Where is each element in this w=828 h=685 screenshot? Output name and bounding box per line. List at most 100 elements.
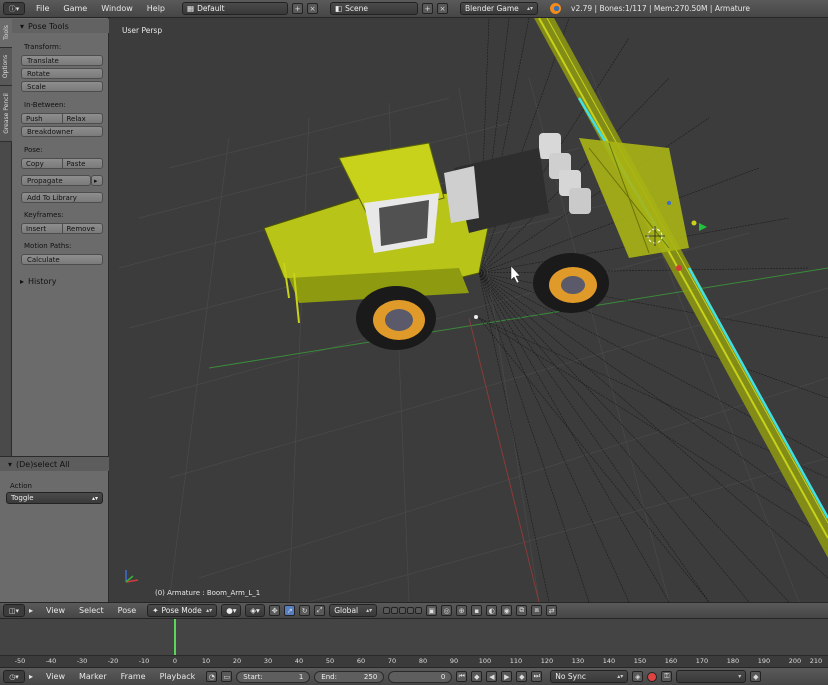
menu-window[interactable]: Window bbox=[94, 4, 140, 13]
layer-button[interactable] bbox=[407, 607, 415, 614]
breakdowner-button[interactable]: Breakdowner bbox=[21, 126, 103, 137]
menu-file[interactable]: File bbox=[29, 4, 56, 13]
preview-range-icon[interactable]: ◔ bbox=[206, 671, 218, 682]
action-dropdown[interactable]: Toggle ▴▾ bbox=[6, 492, 103, 504]
transform-orientation-dropdown[interactable]: Global ▴▾ bbox=[329, 604, 378, 617]
add-scene-button[interactable]: + bbox=[422, 3, 434, 14]
tab-options[interactable]: Options bbox=[0, 48, 12, 86]
paste-pose-icon[interactable]: ⧈ bbox=[531, 605, 543, 616]
motion-paths-label: Motion Paths: bbox=[24, 242, 72, 250]
menu-frame[interactable]: Frame bbox=[114, 672, 153, 681]
tab-grease-pencil[interactable]: Grease Pencil bbox=[0, 86, 12, 142]
scale-manipulator-icon[interactable]: ⤢ bbox=[314, 605, 326, 616]
rotate-manipulator-icon[interactable]: ↻ bbox=[299, 605, 311, 616]
layer-button[interactable] bbox=[383, 607, 391, 614]
layer-button[interactable] bbox=[399, 607, 407, 614]
interaction-mode-dropdown[interactable]: ✦ Pose Mode ▴▾ bbox=[147, 604, 218, 617]
screen-layout-dropdown[interactable]: ▦ Default bbox=[182, 2, 289, 15]
calculate-button[interactable]: Calculate bbox=[21, 254, 103, 265]
proportional-edit-icon[interactable]: ◎ bbox=[441, 605, 453, 616]
timeline-track[interactable] bbox=[0, 619, 828, 655]
current-frame-field[interactable]: 0 bbox=[388, 670, 453, 683]
auto-keying-record-icon[interactable] bbox=[647, 671, 658, 682]
insert-keyframe-icon[interactable]: ◆ bbox=[750, 671, 762, 682]
pivot-point-dropdown[interactable]: ◈▾ bbox=[245, 604, 266, 617]
keying-set-dropdown[interactable]: ▾ bbox=[676, 670, 747, 683]
end-frame-field[interactable]: End: 250 bbox=[314, 670, 385, 683]
keying-set-icon[interactable]: ⚿ bbox=[661, 671, 673, 682]
current-frame-indicator[interactable] bbox=[174, 619, 176, 655]
play-reverse-icon[interactable]: ◀ bbox=[486, 671, 498, 682]
manipulator-toggle-icon[interactable]: ✥ bbox=[269, 605, 281, 616]
remove-layout-button[interactable]: × bbox=[307, 3, 319, 14]
history-panel-header[interactable]: ▸ History bbox=[12, 274, 109, 288]
menu-view[interactable]: View bbox=[39, 606, 72, 615]
tab-tools[interactable]: Tools bbox=[0, 18, 12, 48]
layer-buttons[interactable] bbox=[383, 607, 423, 614]
editor-type-button[interactable]: ⓘ▾ bbox=[3, 2, 25, 15]
layer-button[interactable] bbox=[391, 607, 399, 614]
keyframe-type-icon[interactable]: ◈ bbox=[632, 671, 644, 682]
propagate-options-button[interactable]: ▸ bbox=[91, 175, 103, 186]
editor-type-button[interactable]: ◫▾ bbox=[3, 604, 25, 617]
panel-expand-icon: ▸ bbox=[20, 276, 25, 286]
snap-element-icon[interactable]: ▪ bbox=[471, 605, 483, 616]
tick-label: 160 bbox=[664, 657, 678, 665]
paste-button[interactable]: Paste bbox=[62, 158, 103, 169]
sync-mode-dropdown[interactable]: No Sync ▴▾ bbox=[550, 670, 629, 683]
copy-button[interactable]: Copy bbox=[21, 158, 63, 169]
paste-flipped-icon[interactable]: ⇄ bbox=[546, 605, 558, 616]
menu-pose[interactable]: Pose bbox=[111, 606, 144, 615]
propagate-button[interactable]: Propagate bbox=[21, 175, 91, 186]
menu-view[interactable]: View bbox=[39, 672, 72, 681]
pivot-icon: ◈▾ bbox=[250, 606, 260, 615]
jump-start-icon[interactable]: ⏮ bbox=[456, 671, 468, 682]
lock-range-icon[interactable]: ▭ bbox=[221, 671, 233, 682]
menu-select[interactable]: Select bbox=[72, 606, 111, 615]
header-collapse-icon[interactable]: ▸ bbox=[29, 672, 35, 681]
menu-help[interactable]: Help bbox=[140, 4, 172, 13]
start-frame-field[interactable]: Start: 1 bbox=[236, 670, 311, 683]
menu-marker[interactable]: Marker bbox=[72, 672, 114, 681]
menu-playback[interactable]: Playback bbox=[153, 672, 203, 681]
lock-camera-icon[interactable]: ▣ bbox=[426, 605, 438, 616]
3d-viewport[interactable]: User Persp (0) Armature : Boom_Arm_L_1 bbox=[109, 18, 828, 602]
pose-tools-panel-header[interactable]: ▾ Pose Tools bbox=[12, 19, 109, 33]
snap-icon[interactable]: ⊕ bbox=[456, 605, 468, 616]
viewport-scene[interactable] bbox=[109, 18, 828, 602]
action-value: Toggle bbox=[11, 494, 34, 502]
viewport-shading-dropdown[interactable]: ●▾ bbox=[221, 604, 242, 617]
translate-manipulator-icon[interactable]: ↗ bbox=[284, 605, 296, 616]
jump-end-icon[interactable]: ⏭ bbox=[531, 671, 543, 682]
push-button[interactable]: Push bbox=[21, 113, 63, 124]
end-value: 250 bbox=[363, 672, 378, 681]
editor-type-button[interactable]: ◷▾ bbox=[3, 670, 25, 683]
timeline-editor[interactable]: -50 -40 -30 -20 -10 0 10 20 30 40 50 60 … bbox=[0, 619, 828, 667]
boom-bone[interactable] bbox=[687, 267, 828, 519]
insert-keyframe-button[interactable]: Insert bbox=[21, 223, 63, 234]
add-layout-button[interactable]: + bbox=[292, 3, 304, 14]
copy-pose-icon[interactable]: ⧉ bbox=[516, 605, 528, 616]
3d-view-menu: View Select Pose bbox=[39, 606, 143, 615]
menu-game[interactable]: Game bbox=[56, 4, 94, 13]
translate-button[interactable]: Translate bbox=[21, 55, 103, 66]
operator-panel-header[interactable]: ▾ (De)select All bbox=[0, 457, 109, 471]
remove-scene-button[interactable]: × bbox=[437, 3, 449, 14]
add-to-library-button[interactable]: Add To Library bbox=[21, 192, 103, 203]
prev-keyframe-icon[interactable]: ◆ bbox=[471, 671, 483, 682]
layer-button[interactable] bbox=[415, 607, 423, 614]
record-icon[interactable]: ◉ bbox=[501, 605, 513, 616]
relax-button[interactable]: Relax bbox=[62, 113, 103, 124]
render-preview-icon[interactable]: ◐ bbox=[486, 605, 498, 616]
scene-dropdown[interactable]: ◧ Scene bbox=[330, 2, 419, 15]
frame-ruler[interactable]: -50 -40 -30 -20 -10 0 10 20 30 40 50 60 … bbox=[0, 655, 828, 667]
play-icon[interactable]: ▶ bbox=[501, 671, 513, 682]
armature-wires bbox=[478, 18, 828, 602]
header-collapse-icon[interactable]: ▸ bbox=[29, 606, 35, 615]
render-engine-dropdown[interactable]: Blender Game ▴▾ bbox=[460, 2, 539, 15]
next-keyframe-icon[interactable]: ◆ bbox=[516, 671, 528, 682]
remove-keyframe-button[interactable]: Remove bbox=[62, 223, 103, 234]
x-axis-line bbox=[468, 317, 540, 602]
scale-button[interactable]: Scale bbox=[21, 81, 103, 92]
rotate-button[interactable]: Rotate bbox=[21, 68, 103, 79]
